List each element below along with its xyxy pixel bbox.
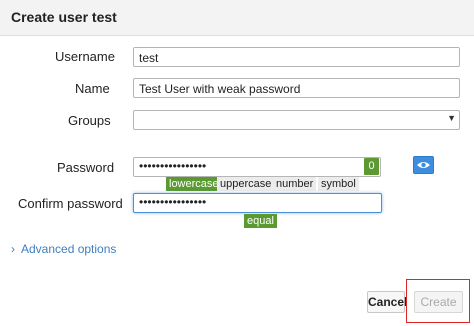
password-value: •••••••••••••••• [139, 159, 207, 173]
confirm-password-value: •••••••••••••••• [139, 195, 207, 209]
cancel-button[interactable]: Cancel [367, 291, 407, 313]
dialog-header: Create user test [0, 0, 474, 36]
reveal-password-button[interactable] [413, 156, 434, 174]
name-field[interactable]: Test User with weak password [133, 78, 460, 98]
check-lowercase: lowercase [166, 177, 222, 191]
confirm-password-label: Confirm password [18, 196, 123, 211]
check-number: number [273, 177, 317, 191]
create-user-dialog: Create user test Username test Name Test… [0, 0, 474, 326]
eye-icon [417, 162, 430, 168]
groups-select[interactable]: ▼ [133, 110, 460, 130]
groups-label: Groups [68, 113, 111, 128]
password-strength-score: 0 [364, 158, 379, 175]
check-uppercase: uppercase [217, 177, 275, 191]
password-match-badge: equal [244, 214, 277, 228]
chevron-down-icon: ▼ [447, 113, 456, 123]
username-label: Username [55, 49, 115, 64]
advanced-options-toggle[interactable]: › Advanced options [11, 242, 116, 256]
confirm-password-field[interactable]: •••••••••••••••• [133, 193, 382, 213]
username-field[interactable]: test [133, 47, 460, 67]
password-label: Password [57, 160, 115, 175]
check-symbol: symbol [318, 177, 359, 191]
password-field[interactable]: •••••••••••••••• [133, 157, 381, 177]
name-label: Name [75, 81, 110, 96]
dialog-title: Create user test [11, 9, 117, 25]
chevron-right-icon: › [11, 242, 15, 256]
advanced-options-label: Advanced options [21, 242, 117, 256]
create-button[interactable]: Create [414, 291, 463, 313]
